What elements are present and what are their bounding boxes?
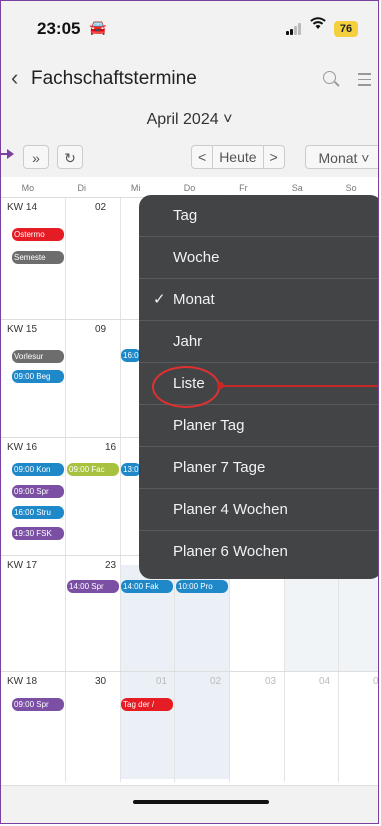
week-number: KW 18 [7, 676, 38, 687]
highlight-ring [152, 366, 220, 408]
date-navigation: < Heute > [191, 145, 285, 169]
previous-button[interactable]: < [192, 146, 214, 168]
day-number[interactable]: 04 [319, 676, 330, 687]
expand-button[interactable]: » [23, 145, 49, 169]
wifi-icon [310, 17, 326, 35]
status-time: 23:05 [37, 19, 81, 38]
calendar-event[interactable]: 14:00 Fak [121, 580, 173, 593]
calendar-event[interactable]: 09:00 Spr [12, 698, 64, 711]
week-row: KW 18 30 01 02 03 04 05 09:00 Spr Tag de… [1, 671, 378, 784]
back-button[interactable]: ‹ [11, 65, 18, 91]
day-number[interactable]: 09 [95, 324, 106, 335]
day-number[interactable]: 05 [373, 676, 378, 687]
calendar-event[interactable]: 09:00 Beg [12, 370, 64, 383]
home-indicator[interactable] [133, 800, 269, 804]
next-button[interactable]: > [264, 146, 284, 168]
calendar-event[interactable]: 16:00 Stru [12, 506, 64, 519]
bottom-bar [1, 785, 378, 823]
month-selector[interactable]: April 2024 ˅ [1, 111, 378, 129]
day-number[interactable]: 01 [156, 676, 167, 687]
search-icon[interactable] [323, 71, 336, 84]
week-number: KW 17 [7, 560, 38, 571]
annotation-dot [217, 382, 224, 389]
week-number: KW 16 [7, 442, 38, 453]
weekday-di: Di [77, 183, 87, 193]
view-option-planer-6-wochen[interactable]: Planer 6 Wochen [139, 531, 378, 573]
calendar-event[interactable]: 09:00 Fac [67, 463, 119, 476]
calendar-event[interactable]: 14:00 Spr [67, 580, 119, 593]
view-option-planer-4-wochen[interactable]: Planer 4 Wochen [139, 489, 378, 531]
refresh-button[interactable]: ↻ [57, 145, 83, 169]
week-number: KW 14 [7, 202, 38, 213]
view-option-planer-tag[interactable]: Planer Tag [139, 405, 378, 447]
annotation-arrow [0, 149, 14, 159]
calendar-toolbar: » ↻ < Heute > Monat ˅ [1, 139, 378, 177]
today-button[interactable]: Heute [213, 146, 264, 168]
screenshot-frame: 23:05 🚘 76 ‹ Fachschaftstermine April 20… [0, 0, 379, 824]
week-number: KW 15 [7, 324, 38, 335]
calendar-event[interactable]: 13:0 [121, 463, 141, 476]
view-option-woche[interactable]: Woche [139, 237, 378, 279]
battery-icon: 76 [334, 21, 358, 37]
view-option-monat[interactable]: ✓ Monat [139, 279, 378, 321]
day-number[interactable]: 02 [210, 676, 221, 687]
car-icon: 🚘 [89, 19, 107, 35]
month-bar: April 2024 ˅ [1, 103, 378, 139]
day-number[interactable]: 02 [95, 202, 106, 213]
day-number[interactable]: 23 [105, 560, 116, 571]
calendar-event[interactable]: 16:0 [121, 349, 141, 362]
calendar-event[interactable]: Tag der / [121, 698, 173, 711]
calendar-event[interactable]: Vorlesur [12, 350, 64, 363]
annotation-line [220, 385, 378, 387]
weekday-mo: Mo [21, 183, 35, 193]
day-number[interactable]: 16 [105, 442, 116, 453]
calendar-event[interactable]: 09:00 Spr [12, 485, 64, 498]
calendar-event[interactable]: Ostermo [12, 228, 64, 241]
day-number[interactable]: 30 [95, 676, 106, 687]
view-select-button[interactable]: Monat ˅ [305, 145, 378, 169]
app-header: ‹ Fachschaftstermine [1, 59, 378, 103]
calendar-event[interactable]: 09:00 Kon [12, 463, 64, 476]
calendar-event[interactable]: Semeste [12, 251, 64, 264]
signal-icon [286, 23, 304, 35]
status-bar: 23:05 🚘 76 [1, 1, 378, 59]
page-title: Fachschaftstermine [31, 68, 197, 89]
calendar-event[interactable]: 10:00 Pro [176, 580, 228, 593]
hamburger-menu-icon[interactable] [358, 73, 371, 90]
view-option-tag[interactable]: Tag [139, 195, 378, 237]
view-option-jahr[interactable]: Jahr [139, 321, 378, 363]
day-number[interactable]: 03 [265, 676, 276, 687]
checkmark-icon: ✓ [153, 291, 166, 308]
view-option-planer-7-tage[interactable]: Planer 7 Tage [139, 447, 378, 489]
calendar-event[interactable]: 19:30 FSK [12, 527, 64, 540]
